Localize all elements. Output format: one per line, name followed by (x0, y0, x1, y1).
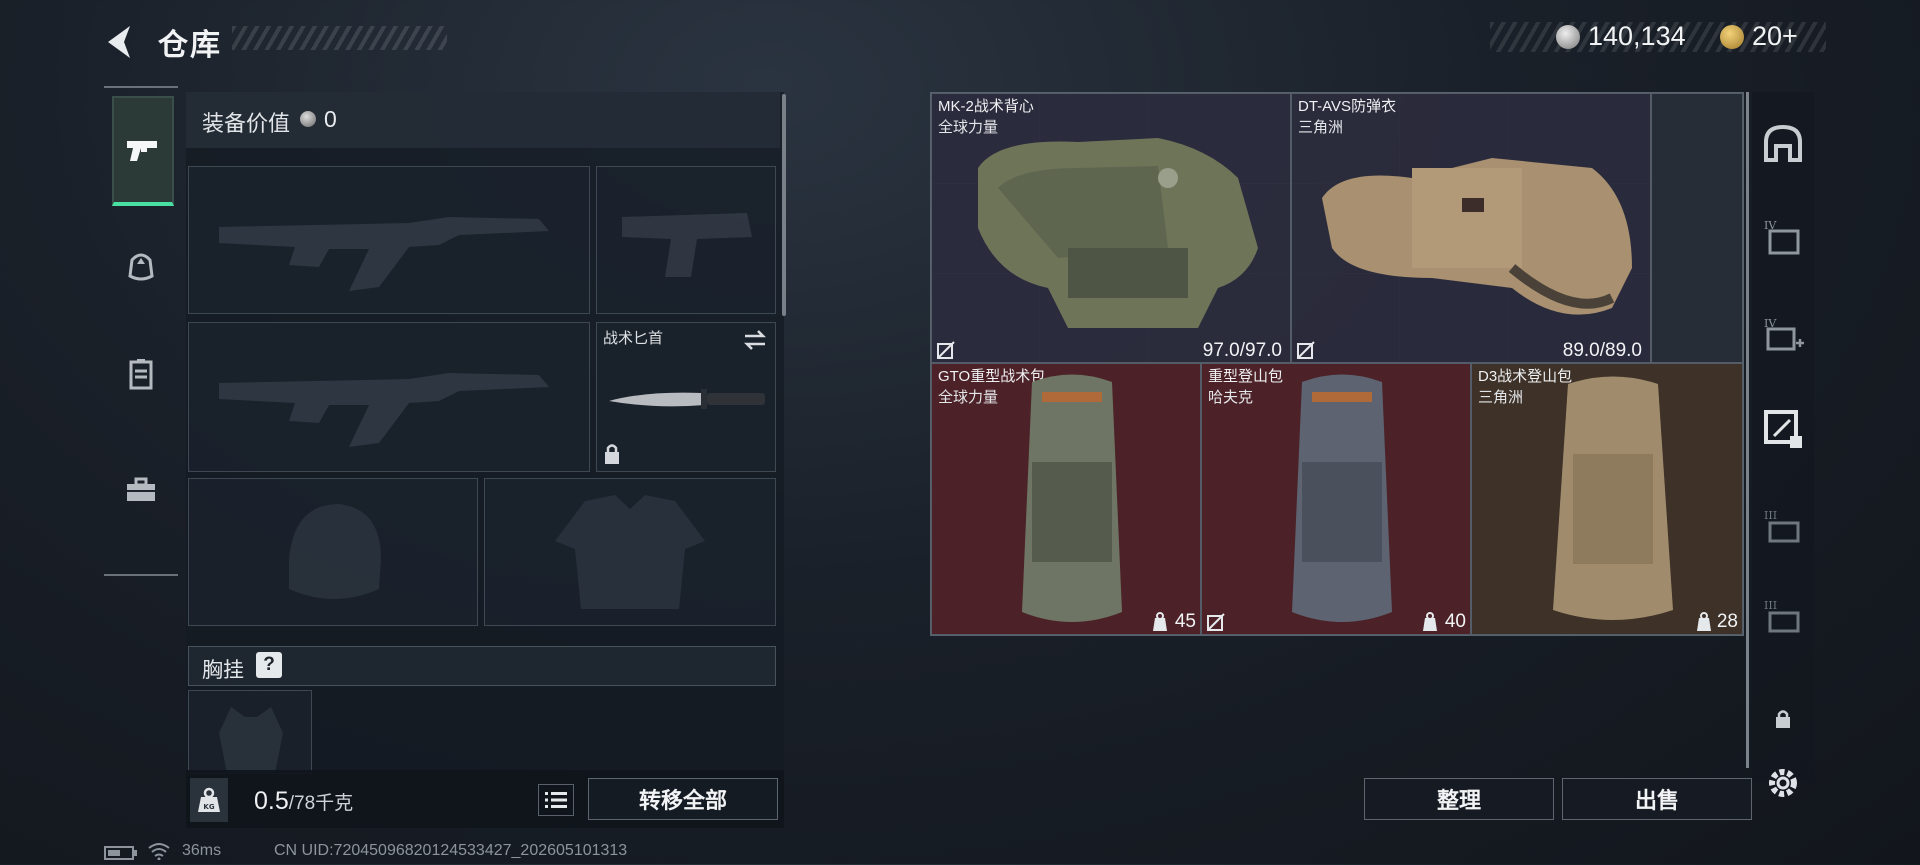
tab-tools[interactable] (112, 438, 170, 542)
rail-scrollbar[interactable] (1746, 92, 1749, 768)
storage-box-iv-add-icon[interactable]: IV (1758, 310, 1808, 360)
user-uid: CN UID:72045096820124533427_202605101313 (274, 842, 628, 859)
no-repair-icon (937, 341, 955, 359)
storage-box-iii-alt-icon[interactable]: III (1758, 592, 1808, 642)
locker-icon (129, 359, 153, 390)
capacity-value: 28 (1716, 611, 1738, 632)
helmet-slot[interactable] (188, 478, 478, 626)
durability-value: 97.0/97.0 (1202, 340, 1282, 361)
tab-locker[interactable] (112, 322, 170, 426)
back-arrow-icon[interactable] (100, 22, 140, 62)
svg-text:III: III (1764, 509, 1777, 522)
list-icon (545, 792, 567, 808)
equipment-value: 0 (324, 106, 337, 132)
wifi-icon (148, 842, 170, 865)
svg-text:KG: KG (203, 803, 214, 811)
organize-button[interactable]: 整理 (1364, 778, 1554, 820)
storage-item-backpack[interactable]: 重型登山包 哈夫克 40 (1201, 363, 1471, 635)
rifle-silhouette-icon (219, 373, 549, 447)
svg-text:III: III (1764, 599, 1777, 612)
capacity-bag-icon (1423, 612, 1437, 631)
max-weight: /78千克 (288, 793, 354, 814)
swap-arrows-icon[interactable] (743, 329, 767, 351)
no-repair-icon (1207, 613, 1225, 631)
pistol-silhouette-icon (622, 213, 752, 277)
no-repair-icon (1297, 341, 1315, 359)
silver-currency-value: 140,134 (1588, 21, 1686, 51)
rifle-silhouette-icon (219, 217, 549, 291)
weight-readout: 0.5/78千克 (254, 787, 353, 816)
battery-icon (104, 846, 138, 865)
transfer-all-button[interactable]: 转移全部 (588, 778, 778, 820)
primary-weapon-slot-1[interactable] (188, 166, 590, 314)
tactical-knife-icon (609, 389, 765, 409)
sidearm-slot[interactable] (596, 166, 776, 314)
storage-box-iv-icon[interactable]: IV (1758, 212, 1808, 262)
silver-coin-icon (1556, 25, 1580, 49)
helmet-icon (128, 253, 154, 281)
gold-coin-icon (1720, 25, 1744, 49)
melee-slot[interactable]: 战术匕首 (596, 322, 776, 472)
current-weight: 0.5 (254, 787, 289, 815)
item-name: DT-AVS防弹衣 (1298, 98, 1397, 115)
durability-value: 89.0/89.0 (1562, 340, 1642, 361)
ping-readout: 36ms (182, 842, 222, 859)
item-name: MK-2战术背心 (938, 98, 1034, 115)
sell-button[interactable]: 出售 (1562, 778, 1752, 820)
item-faction: 三角洲 (1478, 389, 1524, 406)
chest-rig-slot[interactable] (188, 690, 312, 774)
armor-silhouette-icon (555, 495, 705, 609)
body-armor-image (1322, 158, 1632, 315)
pistol-icon (127, 141, 157, 161)
capacity-bag-icon (1153, 612, 1167, 631)
tactical-vest-image (978, 138, 1258, 328)
storage-item-vest[interactable]: MK-2战术背心 全球力量 97.0/97.0 (931, 93, 1291, 363)
capacity-value: 45 (1174, 611, 1196, 632)
body-armor-slot[interactable] (484, 478, 776, 626)
settings-gear-icon[interactable] (1758, 758, 1808, 808)
item-faction: 哈夫克 (1208, 389, 1254, 406)
storage-item-backpack[interactable]: D3战术登山包 三角洲 28 (1471, 363, 1743, 635)
title-stripe-decoration (232, 26, 447, 50)
item-faction: 全球力量 (938, 389, 999, 406)
backpack-image (1022, 374, 1122, 622)
loadout-scrollbar[interactable] (782, 94, 786, 316)
empty-storage-cell[interactable] (1651, 93, 1743, 363)
backpack-image (1292, 374, 1392, 622)
primary-weapon-slot-2[interactable] (188, 322, 590, 472)
helmet-silhouette-icon (289, 504, 381, 599)
lock-icon (605, 444, 619, 464)
equipment-value-label: 装备价值 (202, 111, 291, 136)
helmet-outline-icon[interactable] (1758, 118, 1808, 168)
weight-icon: KG (190, 778, 228, 822)
help-icon[interactable]: ? (256, 652, 282, 678)
chest-rig-label: 胸挂 (202, 659, 244, 682)
backpack-image (1553, 376, 1673, 620)
storage-item-vest[interactable]: DT-AVS防弹衣 三角洲 89.0/89.0 (1291, 93, 1651, 363)
tab-gear[interactable] (112, 214, 170, 318)
storage-grid: MK-2战术背心 全球力量 97.0/97.0 DT-AVS防弹衣 三角洲 89… (930, 92, 1744, 636)
grid-expand-icon[interactable] (1758, 404, 1808, 454)
tab-weapons[interactable] (112, 96, 174, 206)
storage-box-iii-icon[interactable]: III (1758, 502, 1808, 552)
capacity-bag-icon (1697, 612, 1711, 631)
gold-currency-value[interactable]: 20+ (1752, 21, 1798, 52)
page-title: 仓库 (158, 29, 222, 62)
melee-slot-label: 战术匕首 (603, 330, 664, 347)
item-faction: 三角洲 (1298, 119, 1344, 136)
list-view-button[interactable] (538, 784, 574, 816)
lock-icon[interactable] (1758, 694, 1808, 744)
coin-icon (300, 111, 316, 127)
chest-rig-silhouette-icon (219, 707, 283, 773)
storage-item-backpack[interactable]: GTO重型战术包 全球力量 45 (931, 363, 1201, 635)
capacity-value: 40 (1444, 611, 1466, 632)
toolbox-icon (127, 477, 155, 501)
category-tab-rail (104, 86, 178, 576)
